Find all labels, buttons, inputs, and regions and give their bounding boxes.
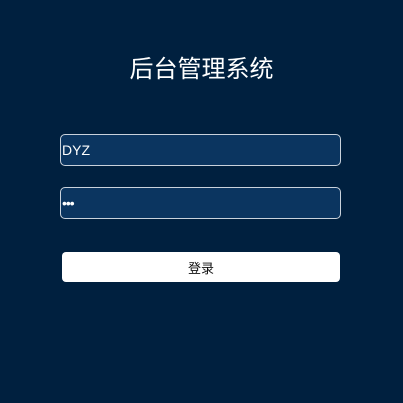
- password-input[interactable]: [60, 187, 341, 219]
- username-input[interactable]: [60, 134, 341, 166]
- page-title: 后台管理系统: [129, 55, 274, 83]
- login-button[interactable]: 登录: [62, 252, 340, 282]
